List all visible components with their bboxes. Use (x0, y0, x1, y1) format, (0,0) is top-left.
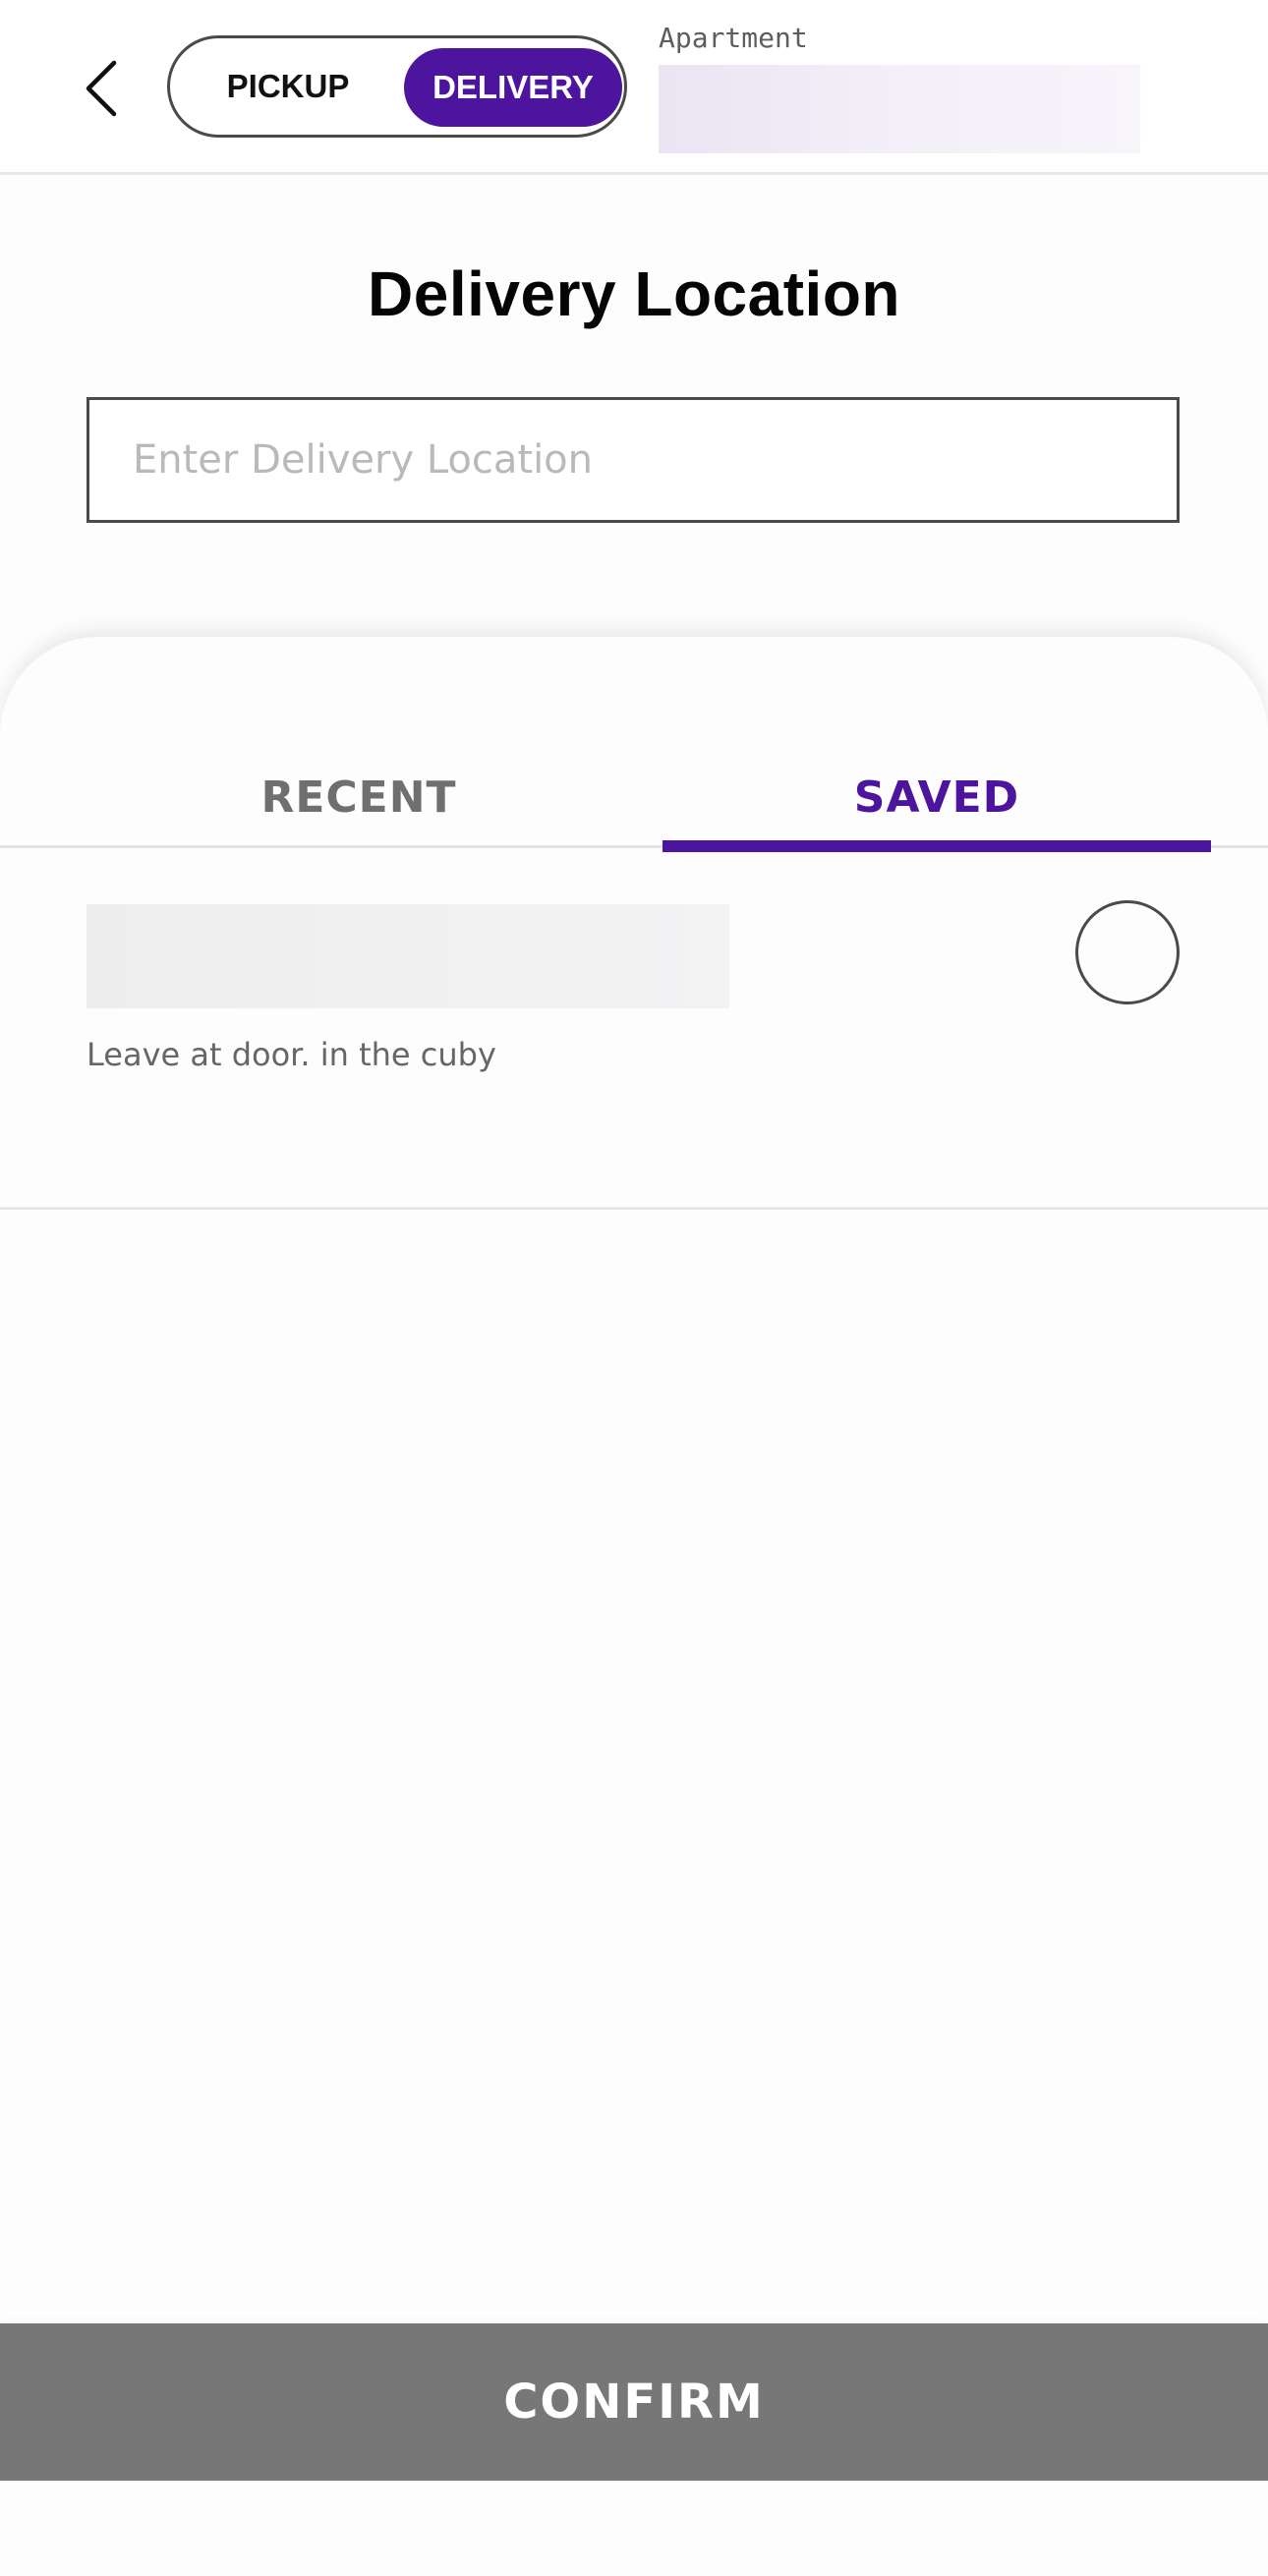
pickup-toggle-option[interactable]: PICKUP (200, 38, 376, 135)
active-tab-indicator (663, 840, 1211, 852)
back-button[interactable] (77, 54, 128, 123)
saved-address-redacted (86, 904, 729, 1008)
list-divider (0, 1207, 1268, 1210)
delivery-location-input[interactable] (86, 397, 1180, 523)
tab-recent[interactable]: RECENT (0, 763, 718, 831)
fulfillment-toggle: PICKUP DELIVERY (167, 35, 627, 138)
confirm-button[interactable]: CONFIRM (0, 2323, 1268, 2481)
delivery-toggle-option[interactable]: DELIVERY (404, 48, 622, 127)
radio-unselected-icon[interactable] (1075, 900, 1180, 1004)
top-bar: PICKUP DELIVERY Apartment (0, 0, 1268, 175)
saved-location-item[interactable]: Leave at door. in the cuby (0, 855, 1268, 1209)
saved-location-note: Leave at door. in the cuby (86, 1036, 496, 1073)
apartment-value-redacted (659, 65, 1140, 153)
apartment-label: Apartment (659, 22, 808, 54)
chevron-left-icon (86, 60, 117, 117)
page-title: Delivery Location (368, 258, 900, 329)
tab-saved[interactable]: SAVED (663, 763, 1211, 831)
